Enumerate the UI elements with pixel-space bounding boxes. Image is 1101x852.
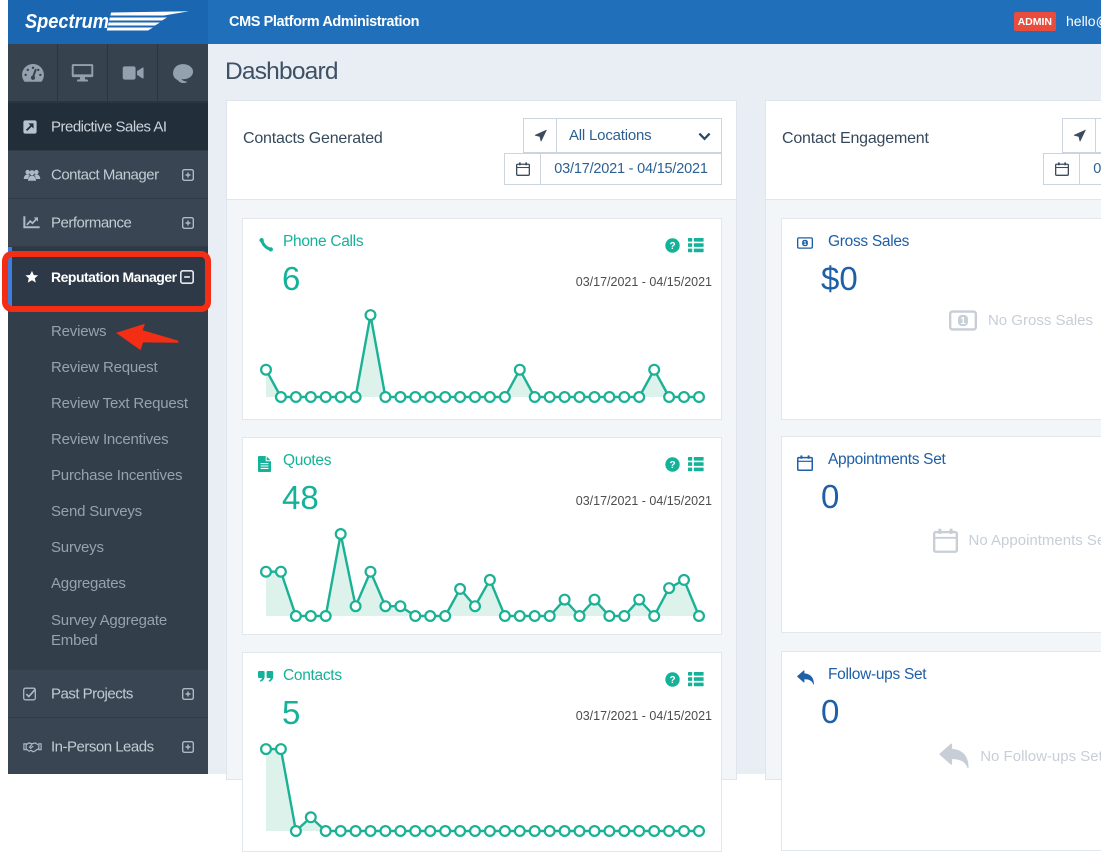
svg-text:Spectrum: Spectrum <box>25 10 109 33</box>
svg-text:1: 1 <box>960 316 966 327</box>
